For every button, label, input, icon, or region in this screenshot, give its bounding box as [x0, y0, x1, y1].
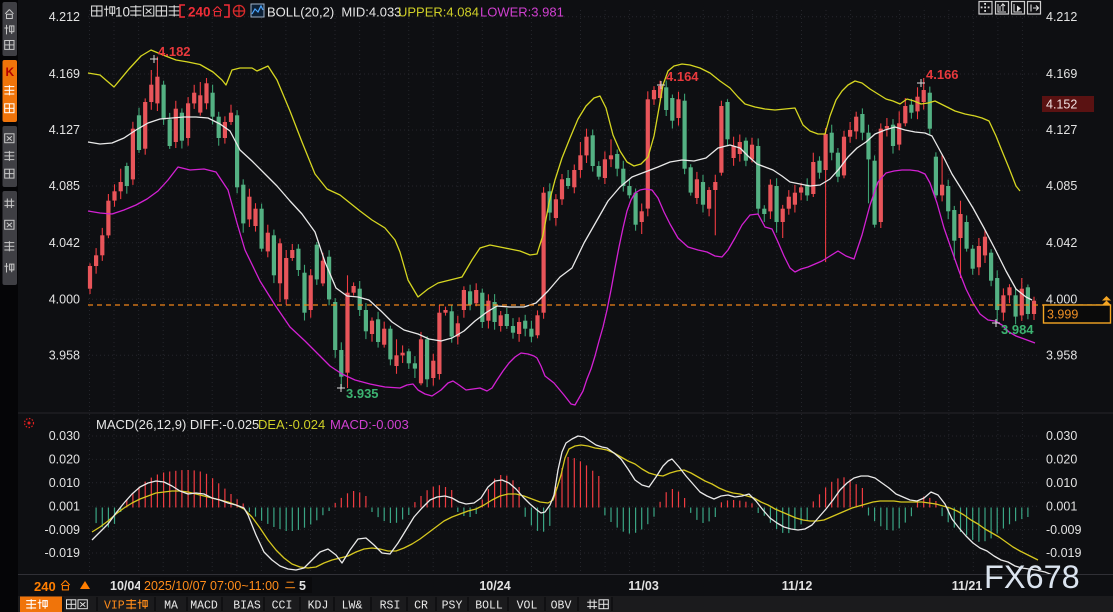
- svg-text:4.000: 4.000: [49, 293, 80, 307]
- svg-text:0.001: 0.001: [1046, 499, 1077, 513]
- svg-text:0.030: 0.030: [1046, 429, 1077, 443]
- svg-text:BOLL: BOLL: [475, 600, 503, 612]
- svg-text:10: 10: [115, 5, 130, 20]
- svg-text:4.169: 4.169: [1046, 67, 1077, 81]
- svg-text:VIP: VIP: [104, 600, 125, 612]
- svg-text:3.958: 3.958: [1046, 349, 1077, 363]
- svg-text:4.182: 4.182: [158, 44, 191, 59]
- svg-text:11/21: 11/21: [952, 579, 983, 593]
- svg-text:0.010: 0.010: [49, 476, 80, 490]
- svg-text:4.164: 4.164: [666, 69, 699, 84]
- svg-text:10/24: 10/24: [479, 579, 510, 593]
- svg-text:0.030: 0.030: [49, 429, 80, 443]
- svg-text:LW&: LW&: [342, 600, 363, 612]
- svg-text:BIAS: BIAS: [233, 600, 261, 612]
- svg-text:DEA:-0.024: DEA:-0.024: [258, 417, 325, 432]
- svg-text:OBV: OBV: [551, 600, 572, 612]
- svg-text:4.169: 4.169: [49, 67, 80, 81]
- svg-text:MACD(26,12,9) DIFF:-0.025: MACD(26,12,9) DIFF:-0.025: [96, 417, 259, 432]
- svg-text:-0.009: -0.009: [1046, 523, 1081, 537]
- svg-text:MACD:-0.003: MACD:-0.003: [330, 417, 409, 432]
- svg-text:4.085: 4.085: [49, 179, 80, 193]
- svg-text:UPPER:4.084: UPPER:4.084: [398, 5, 479, 20]
- svg-text:3.935: 3.935: [346, 386, 379, 401]
- svg-text:0.020: 0.020: [49, 453, 80, 467]
- svg-text:0.020: 0.020: [1046, 453, 1077, 467]
- svg-text:4.212: 4.212: [1046, 10, 1077, 24]
- svg-text:4.042: 4.042: [49, 236, 80, 250]
- svg-text:4.127: 4.127: [49, 123, 80, 137]
- svg-text:0.001: 0.001: [49, 499, 80, 513]
- svg-text:4.212: 4.212: [49, 10, 80, 24]
- svg-text:3.984: 3.984: [1001, 322, 1034, 337]
- svg-text:10/04: 10/04: [110, 579, 141, 593]
- svg-text:4.152: 4.152: [1046, 98, 1077, 112]
- svg-text:4.166: 4.166: [926, 67, 959, 82]
- svg-text:-0.009: -0.009: [45, 523, 80, 537]
- svg-text:RSI: RSI: [380, 600, 401, 612]
- svg-text:PSY: PSY: [442, 600, 463, 612]
- svg-text:BOLL(20,2) MID:4.033: BOLL(20,2) MID:4.033: [267, 5, 401, 20]
- svg-text:5: 5: [299, 579, 306, 593]
- svg-text:CCI: CCI: [272, 600, 293, 612]
- svg-text:VOL: VOL: [517, 600, 538, 612]
- svg-text:-0.019: -0.019: [45, 546, 80, 560]
- svg-text:11/03: 11/03: [628, 579, 659, 593]
- svg-text:4.042: 4.042: [1046, 236, 1077, 250]
- svg-text:11/12: 11/12: [782, 579, 813, 593]
- svg-text:MA: MA: [164, 600, 178, 612]
- svg-text:4.085: 4.085: [1046, 179, 1077, 193]
- svg-text:240: 240: [34, 579, 56, 594]
- svg-text:2025/10/07 07:00~11:00: 2025/10/07 07:00~11:00: [144, 579, 279, 593]
- svg-text:FX678: FX678: [984, 559, 1080, 595]
- svg-text:MACD: MACD: [190, 600, 218, 612]
- svg-text:CR: CR: [414, 600, 428, 612]
- svg-text:0.010: 0.010: [1046, 476, 1077, 490]
- svg-text:K: K: [6, 65, 15, 79]
- svg-text:LOWER:3.981: LOWER:3.981: [480, 5, 564, 20]
- svg-text:3.958: 3.958: [49, 349, 80, 363]
- svg-text:240: 240: [188, 5, 211, 20]
- svg-text:3.999: 3.999: [1047, 308, 1078, 322]
- svg-text:KDJ: KDJ: [308, 600, 329, 612]
- svg-text:4.127: 4.127: [1046, 123, 1077, 137]
